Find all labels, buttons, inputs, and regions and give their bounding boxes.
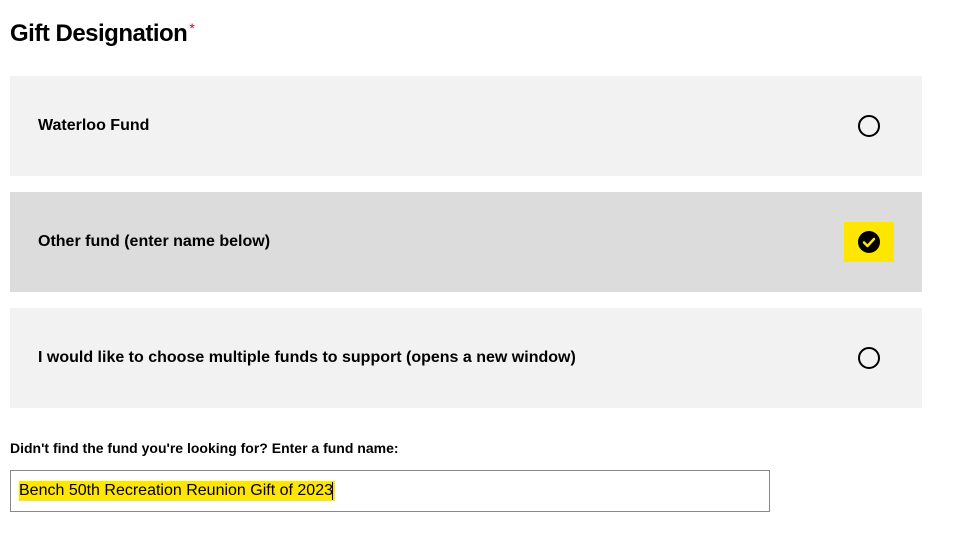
fund-name-input[interactable]: Bench 50th Recreation Reunion Gift of 20… <box>19 481 335 501</box>
option-label: Other fund (enter name below) <box>38 233 270 251</box>
fund-name-input-container[interactable]: Bench 50th Recreation Reunion Gift of 20… <box>10 470 770 512</box>
heading-text: Gift Designation <box>10 20 187 47</box>
section-heading: Gift Designation* <box>10 20 953 48</box>
radio-wrap <box>844 222 894 262</box>
check-circle-icon <box>857 230 881 254</box>
option-multiple-funds[interactable]: I would like to choose multiple funds to… <box>10 308 922 408</box>
fund-name-hint: Didn't find the fund you're looking for?… <box>10 440 953 456</box>
option-waterloo-fund[interactable]: Waterloo Fund <box>10 76 922 176</box>
option-label: Waterloo Fund <box>38 117 149 135</box>
option-label: I would like to choose multiple funds to… <box>38 349 576 367</box>
text-cursor-icon <box>332 482 333 500</box>
fund-name-input-value: Bench 50th Recreation Reunion Gift of 20… <box>19 482 333 499</box>
radio-unchecked-icon <box>858 115 880 137</box>
required-asterisk: * <box>189 20 194 36</box>
radio-unchecked-icon <box>858 347 880 369</box>
option-other-fund[interactable]: Other fund (enter name below) <box>10 192 922 292</box>
radio-wrap <box>844 106 894 146</box>
radio-wrap <box>844 338 894 378</box>
